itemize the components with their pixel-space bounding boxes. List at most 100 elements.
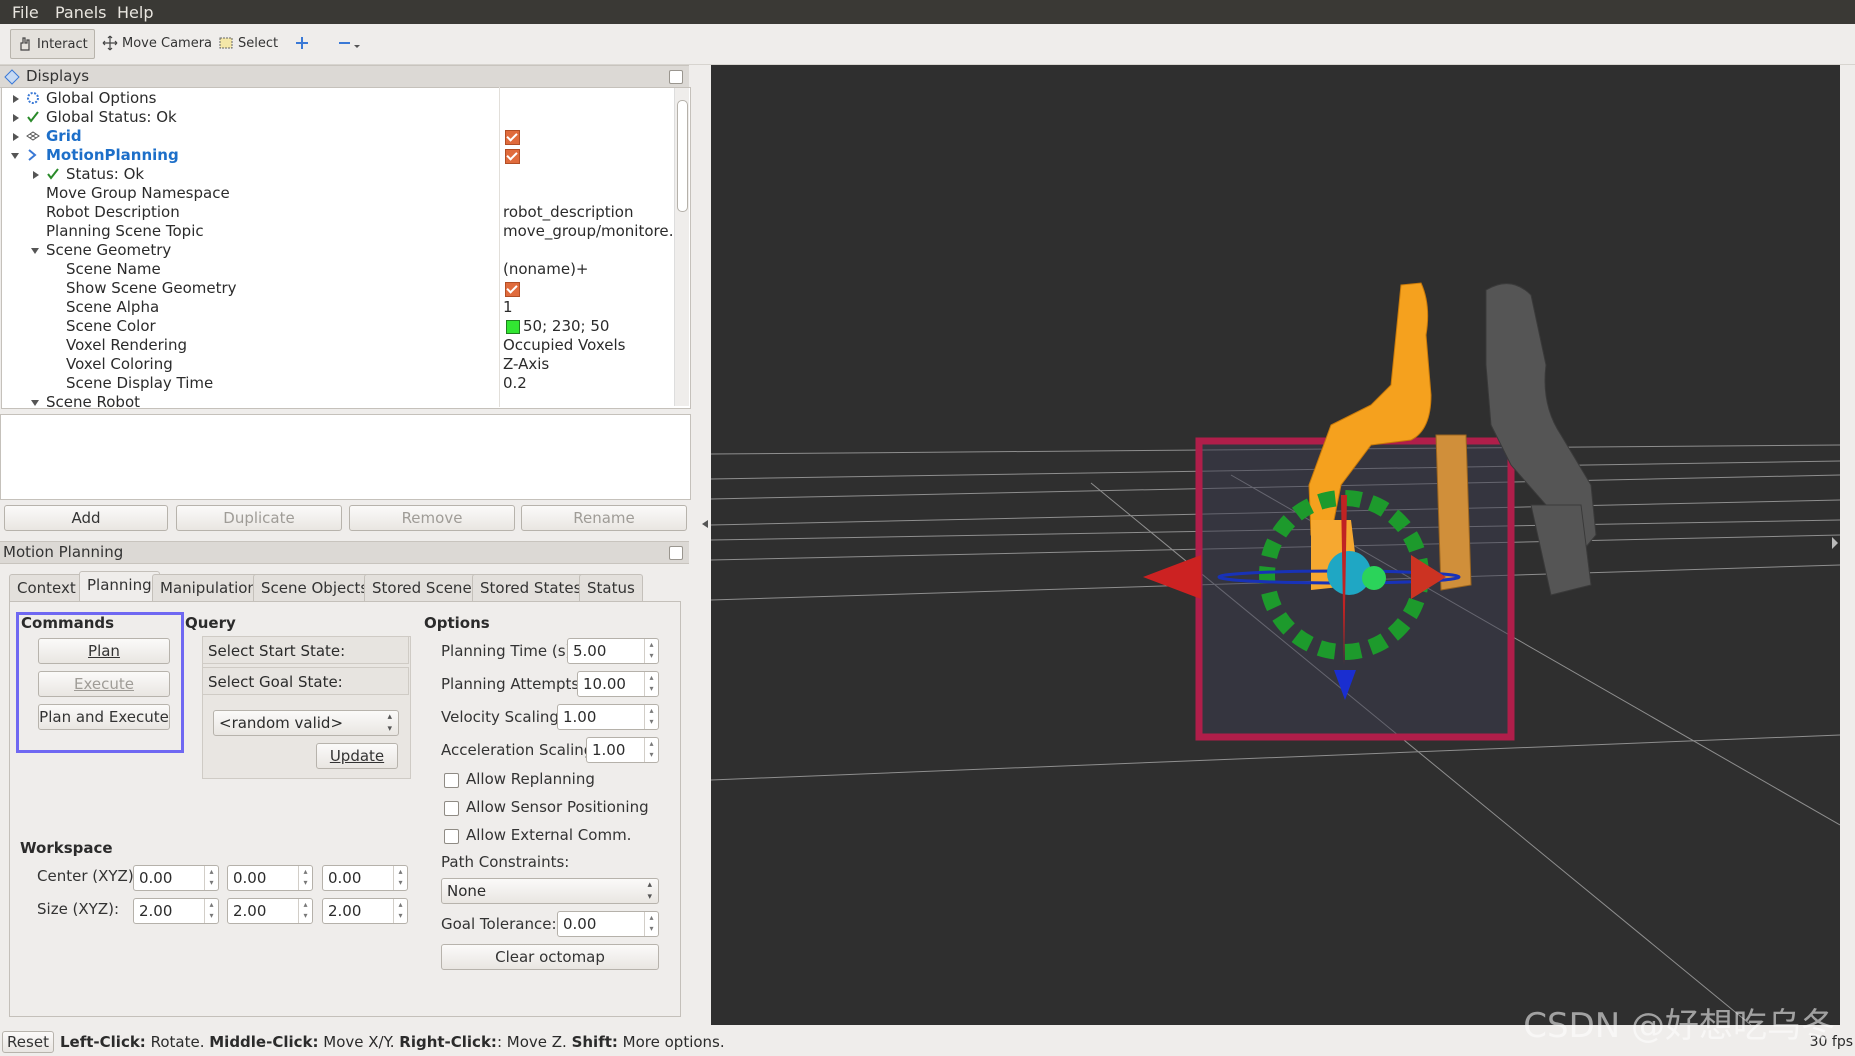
spin-arrows-icon[interactable]: ▴ ▾	[298, 899, 312, 923]
select-goal-state-label[interactable]: Select Goal State:	[202, 667, 409, 695]
tree-row[interactable]: Global Status: Ok	[2, 108, 672, 127]
tab-scene-objects[interactable]: Scene Objects	[253, 574, 377, 601]
tab-context[interactable]: Context	[9, 574, 84, 601]
tree-row[interactable]: Scene Alpha 1	[2, 298, 672, 317]
expand-down-icon[interactable]	[11, 153, 19, 159]
execute-button[interactable]: Execute	[38, 671, 170, 697]
spin-arrows-icon[interactable]: ▴ ▾	[204, 866, 218, 890]
menu-bar: File Panels Help	[0, 0, 1855, 24]
planning-attempts-spinbox[interactable]: 10.00 ▴ ▾	[577, 671, 659, 697]
tree-row[interactable]: Voxel Coloring Z-Axis	[2, 355, 672, 374]
spin-arrows-icon[interactable]: ▴ ▾	[644, 705, 658, 729]
tree-row[interactable]: Scene Name (noname)+	[2, 260, 672, 279]
tree-row[interactable]: Global Options	[2, 89, 672, 108]
spin-arrows-icon[interactable]: ▴ ▾	[644, 912, 658, 936]
rename-display-button[interactable]: Rename	[521, 505, 687, 531]
displays-tree[interactable]: Global Options Global Status: Ok Grid Motio…	[1, 87, 691, 409]
3d-viewport[interactable]	[711, 65, 1840, 1025]
size-x-spinbox[interactable]: 2.00 ▴ ▾	[133, 898, 219, 924]
motion-planning-close-button[interactable]	[669, 546, 683, 560]
tab-manipulation[interactable]: Manipulation	[152, 574, 265, 601]
tree-row-label: Scene Alpha	[66, 298, 160, 316]
displays-panel-close-button[interactable]	[669, 70, 683, 84]
select-label: Select	[238, 35, 279, 51]
expand-right-icon[interactable]	[13, 133, 19, 141]
add-tool-button[interactable]	[288, 29, 320, 57]
spin-arrows-icon[interactable]: ▴ ▾	[204, 899, 218, 923]
checkbox-checked[interactable]	[505, 282, 520, 297]
tree-row[interactable]: Planning Scene Topic move_group/monitore…	[2, 222, 684, 241]
center-y-spinbox[interactable]: 0.00 ▴ ▾	[227, 865, 313, 891]
clear-octomap-button[interactable]: Clear octomap	[441, 944, 659, 970]
tab-status[interactable]: Status	[579, 574, 643, 601]
remove-tool-button[interactable]	[330, 29, 372, 57]
goal-state-combo[interactable]: <random valid> ▴ ▾	[213, 710, 399, 736]
tree-row[interactable]: Scene Geometry	[2, 241, 672, 260]
spin-arrows-icon[interactable]: ▴ ▾	[644, 639, 658, 663]
spin-arrows-icon[interactable]: ▴ ▾	[298, 866, 312, 890]
reset-button[interactable]: Reset	[2, 1031, 54, 1053]
tree-row[interactable]: Scene Robot	[2, 393, 672, 408]
center-z-spinbox[interactable]: 0.00 ▴ ▾	[322, 865, 408, 891]
allow-replanning-checkbox[interactable]	[444, 773, 459, 788]
panel-collapse-arrow-icon[interactable]	[702, 520, 708, 528]
expand-down-icon[interactable]	[31, 248, 39, 254]
tab-stored-states[interactable]: Stored States	[472, 574, 590, 601]
expand-down-icon[interactable]	[31, 400, 39, 406]
spin-arrows-icon[interactable]: ▴ ▾	[393, 866, 407, 890]
acceleration-scaling-spinbox[interactable]: 1.00 ▴ ▾	[586, 737, 659, 763]
display-list-area[interactable]	[0, 414, 691, 500]
size-z-spinbox[interactable]: 2.00 ▴ ▾	[322, 898, 408, 924]
goal-tolerance-value: 0.00	[563, 915, 597, 933]
planning-time-spinbox[interactable]: 5.00 ▴ ▾	[567, 638, 659, 664]
tab-stored-scenes[interactable]: Stored Scenes	[364, 574, 488, 601]
tree-row[interactable]: Robot Description robot_description	[2, 203, 672, 222]
select-start-state-label[interactable]: Select Start State:	[202, 636, 409, 664]
tree-row[interactable]: Move Group Namespace	[2, 184, 672, 203]
tree-row[interactable]: Scene Color 50; 230; 50	[2, 317, 672, 336]
update-button[interactable]: Update	[316, 743, 398, 769]
spin-arrows-icon[interactable]: ▴ ▾	[644, 672, 658, 696]
displays-scrollbar[interactable]	[674, 88, 689, 406]
expand-right-icon[interactable]	[13, 114, 19, 122]
menu-file[interactable]: File	[12, 3, 39, 22]
path-constraints-combo[interactable]: None ▴ ▾	[441, 878, 659, 904]
checkbox-checked[interactable]	[505, 130, 520, 145]
tree-row[interactable]: Scene Display Time 0.2	[2, 374, 672, 393]
tree-row[interactable]: Status: Ok	[2, 165, 672, 184]
expand-right-icon[interactable]	[13, 95, 19, 103]
menu-help[interactable]: Help	[117, 3, 153, 22]
tree-row[interactable]: MotionPlanning	[2, 146, 672, 165]
spin-arrows-icon[interactable]: ▴ ▾	[393, 899, 407, 923]
menu-panels[interactable]: Panels	[55, 3, 107, 22]
goal-tolerance-spinbox[interactable]: 0.00 ▴ ▾	[557, 911, 659, 937]
spin-arrows-icon[interactable]: ▴ ▾	[644, 738, 658, 762]
checkbox-checked[interactable]	[505, 149, 520, 164]
allow-sensor-positioning-checkbox[interactable]	[444, 801, 459, 816]
spinbox-value: 0.00	[233, 869, 267, 887]
remove-display-button[interactable]: Remove	[349, 505, 515, 531]
tab-planning[interactable]: Planning	[79, 571, 160, 602]
hint-right-click-val: : Move Z.	[496, 1033, 567, 1051]
tree-row[interactable]: Grid	[2, 127, 672, 146]
center-x-spinbox[interactable]: 0.00 ▴ ▾	[133, 865, 219, 891]
interact-tool-button[interactable]: Interact	[10, 29, 95, 59]
scene-color-swatch	[506, 320, 520, 334]
viewport-expand-icon[interactable]	[1832, 537, 1838, 549]
expand-right-icon[interactable]	[33, 171, 39, 179]
size-y-spinbox[interactable]: 2.00 ▴ ▾	[227, 898, 313, 924]
plan-button[interactable]: Plan	[38, 638, 170, 664]
acceleration-scaling-label: Acceleration Scaling:	[441, 741, 599, 759]
tree-row[interactable]: Show Scene Geometry	[2, 279, 672, 298]
allow-external-comm-checkbox[interactable]	[444, 829, 459, 844]
add-display-button[interactable]: Add	[4, 505, 168, 531]
velocity-scaling-spinbox[interactable]: 1.00 ▴ ▾	[557, 704, 659, 730]
path-constraints-value: None	[447, 882, 487, 900]
move-camera-tool-button[interactable]: Move Camera	[96, 29, 218, 57]
tree-row[interactable]: Voxel Rendering Occupied Voxels	[2, 336, 672, 355]
scrollbar-thumb[interactable]	[677, 100, 688, 212]
select-tool-button[interactable]: Select	[212, 29, 284, 57]
spinbox-value: 2.00	[328, 902, 362, 920]
plan-and-execute-button[interactable]: Plan and Execute	[38, 704, 170, 730]
duplicate-display-button[interactable]: Duplicate	[176, 505, 342, 531]
